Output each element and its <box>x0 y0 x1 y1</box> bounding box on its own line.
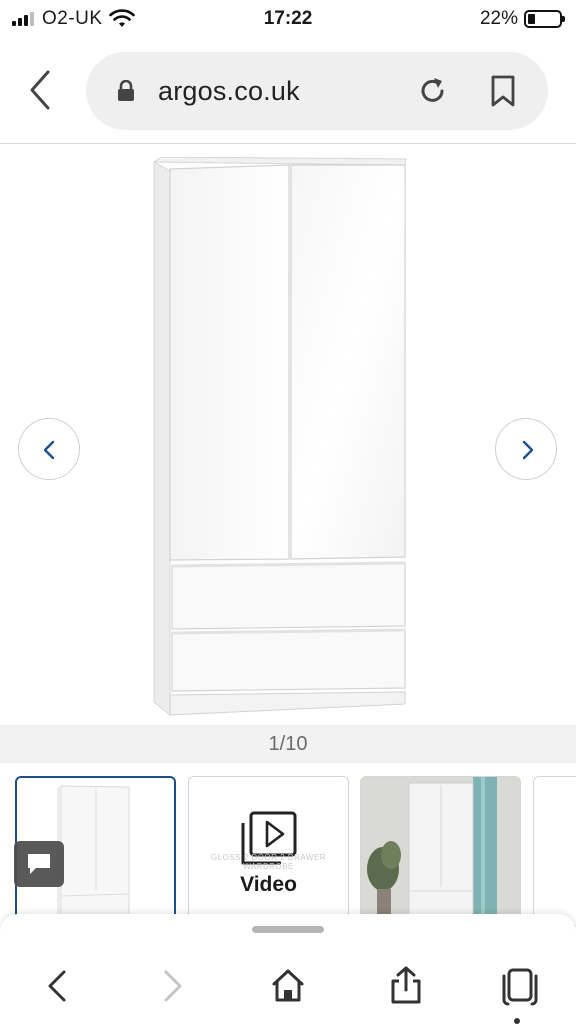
back-icon <box>48 970 66 1002</box>
product-image-carousel[interactable] <box>0 145 576 725</box>
chevron-left-icon <box>30 70 50 110</box>
url-bar[interactable]: argos.co.uk <box>86 52 548 130</box>
active-tab-indicator <box>514 1018 520 1024</box>
drag-handle[interactable] <box>252 926 324 933</box>
browser-back-button[interactable] <box>22 68 62 112</box>
forward-icon <box>164 970 182 1002</box>
image-counter: 1/10 <box>0 725 576 763</box>
reload-icon <box>421 78 444 102</box>
video-label: Video <box>240 873 297 896</box>
video-watermark: GLOSS 2 DOOR 2 DRAWER WARDROBE <box>210 853 327 871</box>
tabs-icon <box>502 968 538 1006</box>
browser-toolbar <box>0 914 576 1024</box>
wardrobe-product-image <box>152 157 407 717</box>
toolbar-tabs-button[interactable] <box>497 964 541 1008</box>
battery-icon <box>524 10 565 28</box>
status-bar: O2-UK 17:22 22% <box>0 0 576 38</box>
toolbar-share-button[interactable] <box>384 964 428 1008</box>
bookmark-button[interactable] <box>488 74 518 108</box>
carousel-next-button[interactable] <box>495 418 557 480</box>
thumbnail-video[interactable]: GLOSS 2 DOOR 2 DRAWER WARDROBE Video <box>188 776 349 926</box>
chevron-right-icon <box>522 440 534 460</box>
share-icon <box>391 966 421 1004</box>
url-text[interactable]: argos.co.uk <box>158 76 300 107</box>
reload-button[interactable] <box>416 74 450 108</box>
video-play-icon <box>241 811 297 865</box>
home-icon <box>272 969 304 1002</box>
thumbnail-image-4[interactable] <box>533 776 576 926</box>
toolbar-home-button[interactable] <box>266 964 310 1008</box>
chat-icon <box>28 854 50 874</box>
battery-percentage: 22% <box>479 8 518 29</box>
toolbar-forward-button[interactable] <box>150 964 194 1008</box>
toolbar-back-button[interactable] <box>36 964 80 1008</box>
chevron-left-icon <box>43 440 55 460</box>
status-right: 22% <box>479 8 565 30</box>
carousel-prev-button[interactable] <box>18 418 80 480</box>
chat-button[interactable] <box>14 841 64 887</box>
thumbnail-image-3[interactable] <box>360 776 521 926</box>
bookmark-icon <box>491 75 515 107</box>
browser-address-row: argos.co.uk <box>0 38 576 144</box>
thumbnail-strip[interactable]: GLOSS 2 DOOR 2 DRAWER WARDROBE Video <box>0 776 576 926</box>
lock-icon <box>118 80 134 101</box>
room-scene-thumbnail <box>361 777 520 925</box>
